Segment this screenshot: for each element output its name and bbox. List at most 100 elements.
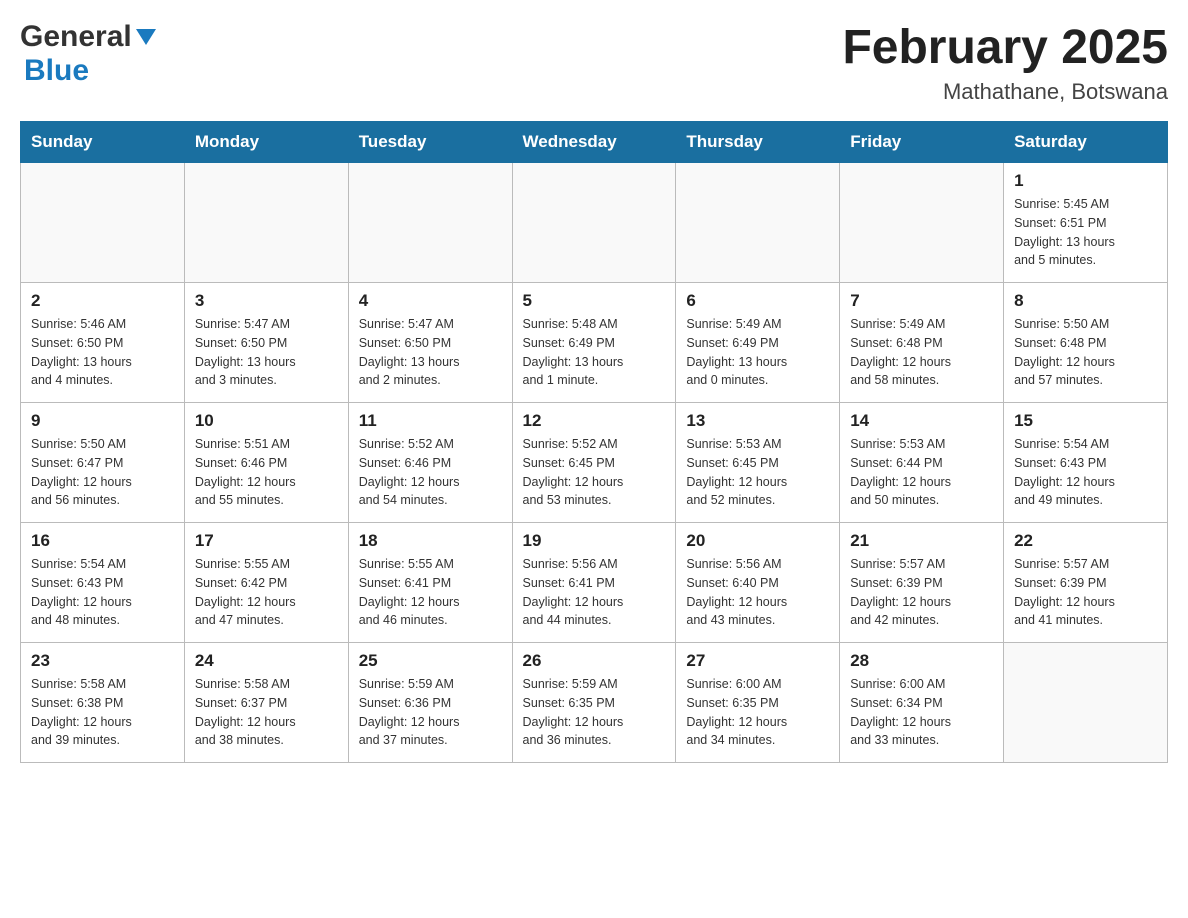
day-number: 8 — [1014, 291, 1157, 311]
day-info: Sunrise: 5:56 AM Sunset: 6:40 PM Dayligh… — [686, 555, 829, 630]
day-info: Sunrise: 5:50 AM Sunset: 6:48 PM Dayligh… — [1014, 315, 1157, 390]
calendar-cell: 14Sunrise: 5:53 AM Sunset: 6:44 PM Dayli… — [840, 403, 1004, 523]
calendar-cell: 17 Sunrise: 5:55 AM Sunset: 6:42 PM Dayli… — [184, 523, 348, 643]
calendar-header-row: SundayMondayTuesdayWednesdayThursdayFrid… — [21, 122, 1168, 163]
calendar-cell — [676, 163, 840, 283]
location-title: Mathathane, Botswana — [842, 79, 1168, 105]
day-info: Sunrise: 5:48 AM Sunset: 6:49 PM Dayligh… — [523, 315, 666, 390]
day-number: 5 — [523, 291, 666, 311]
weekday-header-tuesday: Tuesday — [348, 122, 512, 163]
calendar-cell: 18 Sunrise: 5:55 AM Sunset: 6:41 PM Dayli… — [348, 523, 512, 643]
calendar-cell: 6Sunrise: 5:49 AM Sunset: 6:49 PM Daylig… — [676, 283, 840, 403]
day-number: 18 — [359, 531, 502, 551]
calendar-cell: 21Sunrise: 5:57 AM Sunset: 6:39 PM Dayli… — [840, 523, 1004, 643]
month-title: February 2025 — [842, 20, 1168, 75]
day-info: Sunrise: 5:52 AM Sunset: 6:45 PM Dayligh… — [523, 435, 666, 510]
day-info: Sunrise: 5:52 AM Sunset: 6:46 PM Dayligh… — [359, 435, 502, 510]
calendar-cell: 25Sunrise: 5:59 AM Sunset: 6:36 PM Dayli… — [348, 643, 512, 763]
calendar-cell — [840, 163, 1004, 283]
calendar-cell: 8 Sunrise: 5:50 AM Sunset: 6:48 PM Daylig… — [1004, 283, 1168, 403]
calendar-cell: 20 Sunrise: 5:56 AM Sunset: 6:40 PM Dayli… — [676, 523, 840, 643]
calendar-cell — [21, 163, 185, 283]
day-number: 16 — [31, 531, 174, 551]
day-info: Sunrise: 5:51 AM Sunset: 6:46 PM Dayligh… — [195, 435, 338, 510]
weekday-header-sunday: Sunday — [21, 122, 185, 163]
day-number: 9 — [31, 411, 174, 431]
day-info: Sunrise: 5:53 AM Sunset: 6:45 PM Dayligh… — [686, 435, 829, 510]
calendar-cell: 23 Sunrise: 5:58 AM Sunset: 6:38 PM Dayli… — [21, 643, 185, 763]
day-info: Sunrise: 5:58 AM Sunset: 6:38 PM Dayligh… — [31, 675, 174, 750]
day-number: 20 — [686, 531, 829, 551]
calendar-cell: 26 Sunrise: 5:59 AM Sunset: 6:35 PM Dayli… — [512, 643, 676, 763]
logo-arrow-icon — [136, 29, 156, 50]
day-number: 4 — [359, 291, 502, 311]
calendar-table: SundayMondayTuesdayWednesdayThursdayFrid… — [20, 121, 1168, 763]
weekday-header-wednesday: Wednesday — [512, 122, 676, 163]
logo-general-text: General — [20, 20, 132, 54]
calendar-cell: 15Sunrise: 5:54 AM Sunset: 6:43 PM Dayli… — [1004, 403, 1168, 523]
day-number: 6 — [686, 291, 829, 311]
weekday-header-thursday: Thursday — [676, 122, 840, 163]
week-row-3: 9 Sunrise: 5:50 AM Sunset: 6:47 PM Daylig… — [21, 403, 1168, 523]
day-info: Sunrise: 6:00 AM Sunset: 6:34 PM Dayligh… — [850, 675, 993, 750]
day-number: 3 — [195, 291, 338, 311]
day-number: 22 — [1014, 531, 1157, 551]
day-info: Sunrise: 5:45 AM Sunset: 6:51 PM Dayligh… — [1014, 195, 1157, 270]
day-info: Sunrise: 5:57 AM Sunset: 6:39 PM Dayligh… — [1014, 555, 1157, 630]
day-number: 26 — [523, 651, 666, 671]
day-number: 17 — [195, 531, 338, 551]
day-info: Sunrise: 5:49 AM Sunset: 6:48 PM Dayligh… — [850, 315, 993, 390]
calendar-cell: 13Sunrise: 5:53 AM Sunset: 6:45 PM Dayli… — [676, 403, 840, 523]
page-header: General Blue February 2025 Mathathane, B… — [20, 20, 1168, 105]
day-number: 28 — [850, 651, 993, 671]
calendar-cell: 2 Sunrise: 5:46 AM Sunset: 6:50 PM Daylig… — [21, 283, 185, 403]
day-info: Sunrise: 5:58 AM Sunset: 6:37 PM Dayligh… — [195, 675, 338, 750]
day-info: Sunrise: 5:59 AM Sunset: 6:35 PM Dayligh… — [523, 675, 666, 750]
logo-blue-text: Blue — [24, 54, 89, 87]
calendar-cell: 19 Sunrise: 5:56 AM Sunset: 6:41 PM Dayli… — [512, 523, 676, 643]
calendar-cell: 7 Sunrise: 5:49 AM Sunset: 6:48 PM Daylig… — [840, 283, 1004, 403]
weekday-header-monday: Monday — [184, 122, 348, 163]
calendar-cell — [348, 163, 512, 283]
day-number: 12 — [523, 411, 666, 431]
day-number: 2 — [31, 291, 174, 311]
day-number: 24 — [195, 651, 338, 671]
calendar-cell: 12 Sunrise: 5:52 AM Sunset: 6:45 PM Dayli… — [512, 403, 676, 523]
day-number: 25 — [359, 651, 502, 671]
day-info: Sunrise: 5:47 AM Sunset: 6:50 PM Dayligh… — [195, 315, 338, 390]
day-info: Sunrise: 5:57 AM Sunset: 6:39 PM Dayligh… — [850, 555, 993, 630]
logo: General Blue — [20, 20, 156, 88]
week-row-1: 1 Sunrise: 5:45 AM Sunset: 6:51 PM Daylig… — [21, 163, 1168, 283]
day-number: 19 — [523, 531, 666, 551]
day-number: 10 — [195, 411, 338, 431]
day-number: 11 — [359, 411, 502, 431]
calendar-cell: 3 Sunrise: 5:47 AM Sunset: 6:50 PM Daylig… — [184, 283, 348, 403]
day-info: Sunrise: 5:56 AM Sunset: 6:41 PM Dayligh… — [523, 555, 666, 630]
calendar-cell: 16 Sunrise: 5:54 AM Sunset: 6:43 PM Dayli… — [21, 523, 185, 643]
day-info: Sunrise: 5:55 AM Sunset: 6:42 PM Dayligh… — [195, 555, 338, 630]
day-info: Sunrise: 5:53 AM Sunset: 6:44 PM Dayligh… — [850, 435, 993, 510]
title-section: February 2025 Mathathane, Botswana — [842, 20, 1168, 105]
day-number: 27 — [686, 651, 829, 671]
day-number: 1 — [1014, 171, 1157, 191]
week-row-4: 16 Sunrise: 5:54 AM Sunset: 6:43 PM Dayli… — [21, 523, 1168, 643]
day-number: 15 — [1014, 411, 1157, 431]
weekday-header-friday: Friday — [840, 122, 1004, 163]
day-info: Sunrise: 5:46 AM Sunset: 6:50 PM Dayligh… — [31, 315, 174, 390]
day-info: Sunrise: 6:00 AM Sunset: 6:35 PM Dayligh… — [686, 675, 829, 750]
calendar-cell: 27 Sunrise: 6:00 AM Sunset: 6:35 PM Dayli… — [676, 643, 840, 763]
day-info: Sunrise: 5:47 AM Sunset: 6:50 PM Dayligh… — [359, 315, 502, 390]
day-number: 7 — [850, 291, 993, 311]
calendar-cell: 28 Sunrise: 6:00 AM Sunset: 6:34 PM Dayli… — [840, 643, 1004, 763]
calendar-cell — [184, 163, 348, 283]
week-row-5: 23 Sunrise: 5:58 AM Sunset: 6:38 PM Dayli… — [21, 643, 1168, 763]
calendar-cell: 1 Sunrise: 5:45 AM Sunset: 6:51 PM Daylig… — [1004, 163, 1168, 283]
calendar-cell: 4 Sunrise: 5:47 AM Sunset: 6:50 PM Daylig… — [348, 283, 512, 403]
day-info: Sunrise: 5:50 AM Sunset: 6:47 PM Dayligh… — [31, 435, 174, 510]
day-info: Sunrise: 5:55 AM Sunset: 6:41 PM Dayligh… — [359, 555, 502, 630]
day-number: 23 — [31, 651, 174, 671]
calendar-cell: 9 Sunrise: 5:50 AM Sunset: 6:47 PM Daylig… — [21, 403, 185, 523]
calendar-cell: 11 Sunrise: 5:52 AM Sunset: 6:46 PM Dayli… — [348, 403, 512, 523]
day-info: Sunrise: 5:54 AM Sunset: 6:43 PM Dayligh… — [31, 555, 174, 630]
calendar-cell: 24 Sunrise: 5:58 AM Sunset: 6:37 PM Dayli… — [184, 643, 348, 763]
